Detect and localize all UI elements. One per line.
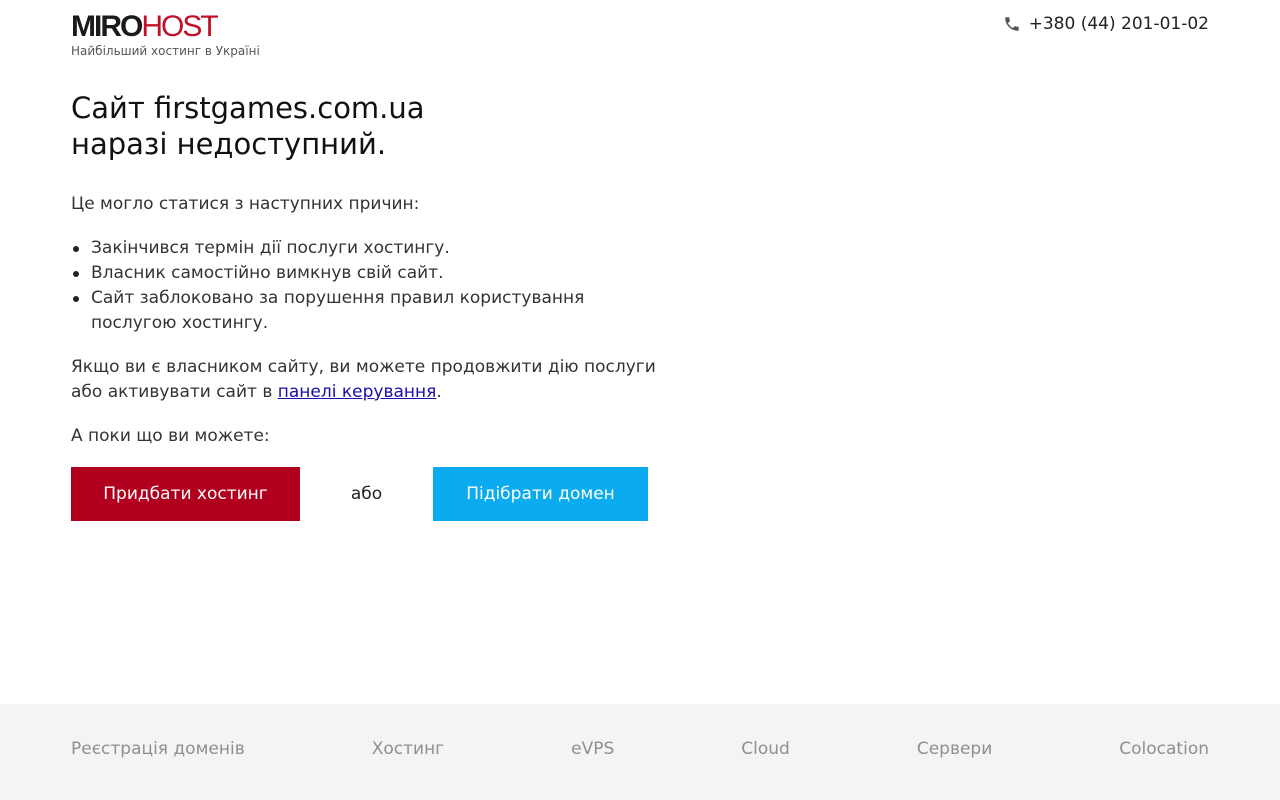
footer-link-hosting[interactable]: Хостинг xyxy=(372,739,444,759)
logo-host: HOST xyxy=(141,10,218,43)
footer-link-cloud[interactable]: Cloud xyxy=(741,739,790,759)
owner-message-end: . xyxy=(436,382,442,402)
reason-item: Власник самостійно вимкнув свій сайт. xyxy=(71,261,671,286)
buy-hosting-button[interactable]: Придбати хостинг xyxy=(71,467,300,521)
reason-item: Закінчився термін дії послуги хостингу. xyxy=(71,236,671,261)
logo[interactable]: MIROHOST Найбільший хостинг в Україні xyxy=(71,12,260,59)
footer-link-colocation[interactable]: Colocation xyxy=(1119,739,1209,759)
phone-contact[interactable]: +380 (44) 201-01-02 xyxy=(1003,14,1209,34)
pick-domain-button[interactable]: Підібрати домен xyxy=(433,467,648,521)
footer: Реєстрація доменів Хостинг eVPS Cloud Се… xyxy=(0,704,1280,800)
page: MIROHOST Найбільший хостинг в Україні +3… xyxy=(0,0,1280,800)
page-title-line-2: наразі недоступний. xyxy=(71,127,387,161)
logo-miro: MIRO xyxy=(71,10,143,43)
footer-link-evps[interactable]: eVPS xyxy=(571,739,614,759)
tagline: Найбільший хостинг в Україні xyxy=(71,44,260,58)
actions: Придбати хостинг або Підібрати домен xyxy=(71,467,648,521)
footer-link-servers[interactable]: Сервери xyxy=(917,739,992,759)
main-content: Сайт firstgames.com.ua наразі недоступни… xyxy=(71,90,671,449)
footer-link-domains[interactable]: Реєстрація доменів xyxy=(71,739,245,759)
or-separator: або xyxy=(350,484,383,504)
page-title-line-1: Сайт firstgames.com.ua xyxy=(71,91,425,125)
owner-message: Якщо ви є власником сайту, ви можете про… xyxy=(71,355,671,405)
reasons-intro: Це могло статися з наступних причин: xyxy=(71,194,420,214)
page-title: Сайт firstgames.com.ua наразі недоступни… xyxy=(71,90,671,162)
phone-number[interactable]: +380 (44) 201-01-02 xyxy=(1029,14,1209,34)
reason-item: Сайт заблоковано за порушення правил кор… xyxy=(71,286,671,336)
meanwhile-text: А поки що ви можете: xyxy=(71,426,270,446)
phone-icon xyxy=(1003,15,1021,33)
footer-nav: Реєстрація доменів Хостинг eVPS Cloud Се… xyxy=(71,739,1209,759)
logo-wordmark: MIROHOST xyxy=(71,12,260,42)
reasons-list: Закінчився термін дії послуги хостингу. … xyxy=(71,236,671,336)
control-panel-link[interactable]: панелі керування xyxy=(278,382,437,402)
